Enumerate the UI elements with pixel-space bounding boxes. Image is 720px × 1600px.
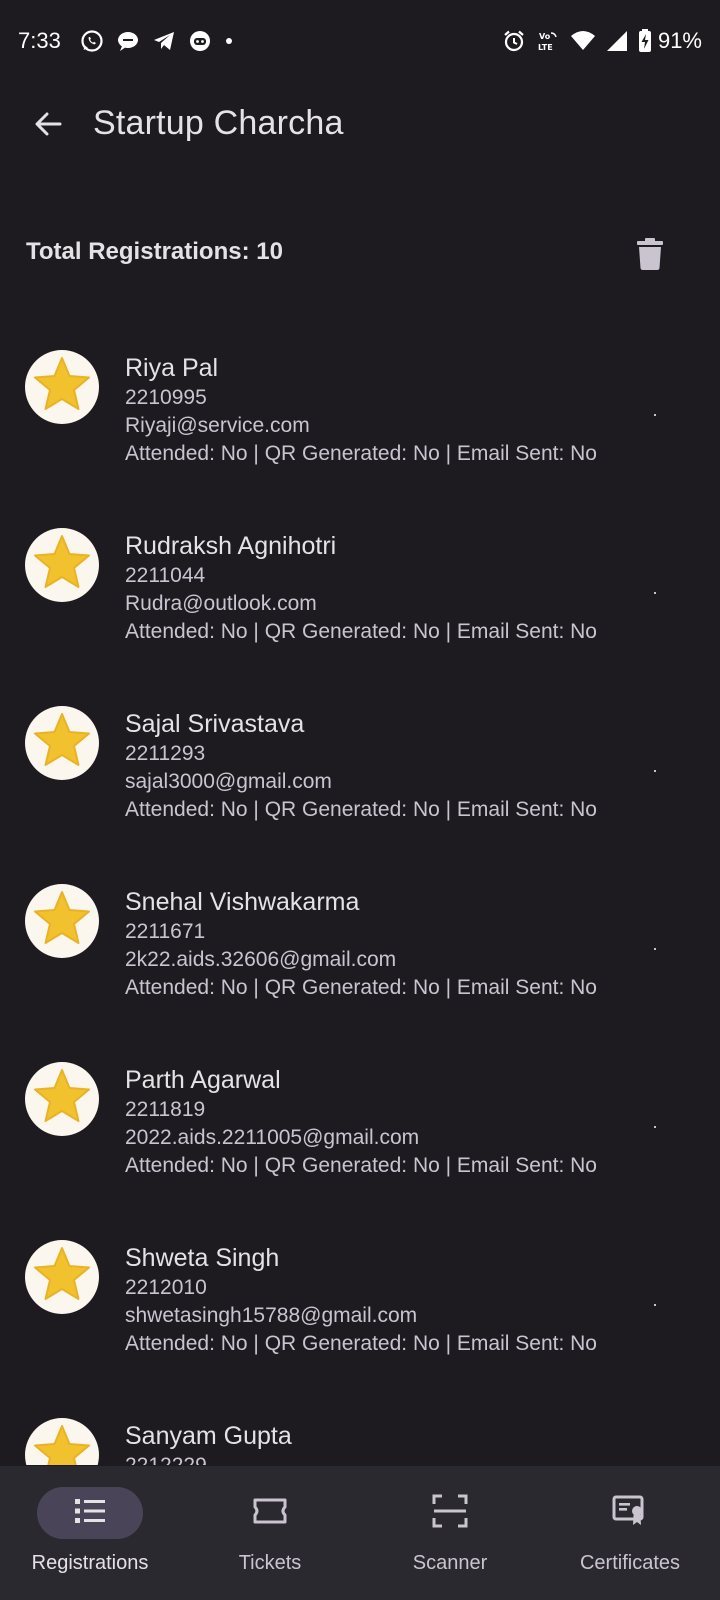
registrant-email: shwetasingh15788@gmail.com [125,1304,418,1327]
status-time: 7:33 [18,28,61,53]
registrant-id: 2210995 [125,386,207,409]
star-icon [31,1066,93,1133]
star-icon [31,710,93,777]
registration-item[interactable]: Sanyam Gupta 2212229 [0,1398,720,1465]
nav-label: Scanner [412,1552,488,1574]
nav-pill [577,1487,683,1539]
registration-item[interactable]: Parth Agarwal 2211819 2022.aids.2211005@… [0,1042,720,1220]
svg-text:LTE: LTE [538,43,553,52]
registrant-id: 2211293 [125,742,206,765]
registrant-name: Snehal Vishwakarma [125,888,360,916]
app-bar: Startup Charcha [0,84,720,168]
star-icon [31,888,93,955]
registrant-status: Attended: No | QR Generated: No | Email … [125,620,597,643]
volte-icon: Vo LTE [536,29,560,53]
nav-pill [217,1487,323,1539]
avatar [25,350,99,424]
registrant-id: 2211819 [125,1098,206,1121]
total-registrations: Total Registrations: 10 [26,238,283,265]
nav-registrations[interactable]: Registrations [0,1466,180,1600]
avatar [25,706,99,780]
registrant-id: 2211671 [125,920,206,943]
registrant-email: 2k22.aids.32606@gmail.com [125,948,397,971]
battery-charging-icon [638,29,652,53]
star-icon [31,354,93,421]
system-icons: Vo LTE 91% [502,28,702,54]
arrow-back-icon [33,109,63,144]
registration-item[interactable]: Riya Pal 2210995 Riyaji@service.com Atte… [0,330,720,508]
registrant-email: 2022.aids.2211005@gmail.com [125,1126,420,1149]
nav-label: Certificates [579,1552,681,1574]
registrant-name: Parth Agarwal [125,1066,281,1094]
registrant-name: Shweta Singh [125,1244,280,1272]
registration-item[interactable]: Rudraksh Agnihotri 2211044 Rudra@outlook… [0,508,720,686]
messages-icon [116,29,140,53]
list-icon [75,1498,105,1529]
signal-icon [606,29,628,53]
back-button[interactable] [26,104,70,148]
registrant-name: Riya Pal [125,354,219,382]
trash-icon [637,237,663,275]
divider-dot [654,1304,656,1306]
dot-icon [224,29,234,53]
avatar [25,528,99,602]
svg-text:Vo: Vo [539,32,551,41]
star-icon [31,532,93,599]
certificate-icon [612,1495,648,1532]
avatar [25,1062,99,1136]
registrant-status: Attended: No | QR Generated: No | Email … [125,976,597,999]
divider-dot [654,948,656,950]
bottom-navigation: Registrations Tickets Scanner Certificat… [0,1466,720,1600]
star-icon [31,1244,93,1311]
divider-dot [654,592,656,594]
divider-dot [654,1126,656,1128]
delete-all-button[interactable] [628,234,672,278]
registrant-name: Sajal Srivastava [125,710,305,738]
wifi-icon [570,29,596,53]
avatar [25,884,99,958]
registrant-status: Attended: No | QR Generated: No | Email … [125,1332,597,1355]
nav-pill [397,1487,503,1539]
nav-active-indicator [37,1487,143,1539]
nav-label: Registrations [31,1552,149,1574]
registration-item[interactable]: Snehal Vishwakarma 2211671 2k22.aids.326… [0,864,720,1042]
alarm-icon [502,29,526,53]
registrant-name: Sanyam Gupta [125,1422,292,1450]
registrant-id: 2212229 [125,1454,207,1465]
registration-list[interactable]: Riya Pal 2210995 Riyaji@service.com Atte… [0,330,720,1465]
scanner-icon [432,1494,468,1533]
registration-item[interactable]: Shweta Singh 2212010 shwetasingh15788@gm… [0,1220,720,1398]
divider-dot [654,770,656,772]
notification-icons [80,29,234,53]
registrant-status: Attended: No | QR Generated: No | Email … [125,1154,597,1177]
star-icon [31,1422,93,1465]
registrant-email: Riyaji@service.com [125,414,310,437]
nav-label: Tickets [238,1552,302,1574]
nav-scanner[interactable]: Scanner [360,1466,540,1600]
registrant-status: Attended: No | QR Generated: No | Email … [125,798,597,821]
registrant-name: Rudraksh Agnihotri [125,532,337,560]
registrant-email: sajal3000@gmail.com [125,770,332,793]
avatar [25,1240,99,1314]
registrant-id: 2211044 [125,564,206,587]
telegram-icon [152,29,176,53]
page-title: Startup Charcha [93,104,344,142]
divider-dot [654,414,656,416]
nav-tickets[interactable]: Tickets [180,1466,360,1600]
registrations-summary: Total Registrations: 10 [0,228,720,284]
app-icon [188,29,212,53]
ticket-icon [252,1497,288,1530]
avatar [25,1418,99,1465]
nav-certificates[interactable]: Certificates [540,1466,720,1600]
whatsapp-icon [80,29,104,53]
registrant-email: Rudra@outlook.com [125,592,317,615]
registrant-id: 2212010 [125,1276,207,1299]
battery-percent: 91% [657,28,702,53]
registration-item[interactable]: Sajal Srivastava 2211293 sajal3000@gmail… [0,686,720,864]
status-bar: 7:33 Vo LTE 91% [0,0,720,84]
registrant-status: Attended: No | QR Generated: No | Email … [125,442,597,465]
